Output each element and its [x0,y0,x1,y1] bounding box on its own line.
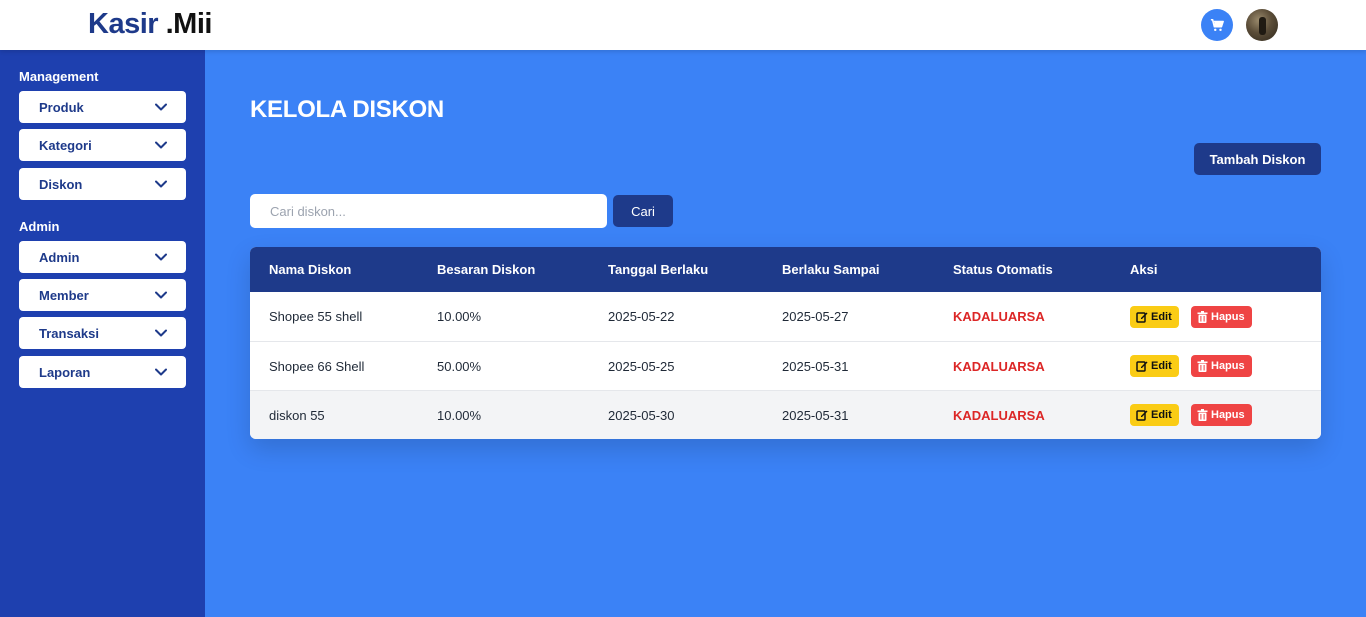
sidebar-item-admin[interactable]: Admin [19,241,186,273]
column-header: Besaran Diskon [437,262,536,277]
discount-name: Shopee 66 Shell [269,358,365,374]
cart-icon [1210,18,1224,32]
discount-end-date: 2025-05-27 [782,309,849,324]
edit-button[interactable]: Edit [1130,355,1179,377]
sidebar-item-label: Laporan [39,364,91,380]
chevron-down-icon [154,138,168,152]
sidebar-item-laporan[interactable]: Laporan [19,356,186,388]
sidebar-item-label: Produk [39,99,84,115]
search-input[interactable] [250,194,607,228]
sidebar-item-kategori[interactable]: Kategori [19,129,186,161]
discount-end-date: 2025-05-31 [782,407,849,423]
status-badge: KADALUARSA [953,358,1045,374]
sidebar-item-diskon[interactable]: Diskon [19,168,186,200]
chevron-down-icon [154,250,168,264]
discount-start-date: 2025-05-22 [608,309,675,324]
sidebar-item-produk[interactable]: Produk [19,91,186,123]
chevron-down-icon [154,288,168,302]
discount-name: Shopee 55 shell [269,309,363,324]
main-content: KELOLA DISKON Tambah Diskon Cari Nama Di… [205,50,1366,617]
column-header: Aksi [1130,262,1158,277]
discount-amount: 50.00% [437,358,482,374]
sidebar-section-management: Management [19,69,99,84]
status-badge: KADALUARSA [953,407,1045,423]
sidebar-item-label: Member [39,287,89,303]
edit-label: Edit [1151,409,1172,421]
discount-end-date: 2025-05-31 [782,358,849,374]
trash-icon [1197,360,1208,372]
trash-icon [1197,310,1208,323]
sidebar-item-label: Kategori [39,137,92,153]
status-badge: KADALUARSA [953,309,1045,324]
edit-button[interactable]: Edit [1130,305,1179,328]
delete-label: Hapus [1211,310,1245,323]
page-title: KELOLA DISKON [250,96,444,123]
cart-button[interactable] [1201,9,1233,41]
sidebar-section-admin: Admin [19,219,60,234]
edit-icon [1136,311,1148,323]
delete-label: Hapus [1211,409,1245,421]
column-header: Status Otomatis [953,262,1053,277]
discount-start-date: 2025-05-25 [608,358,675,374]
table-row: diskon 55 10.00% 2025-05-30 2025-05-31 K… [250,390,1321,439]
discount-table: Nama Diskon Besaran Diskon Tanggal Berla… [250,247,1321,439]
sidebar-item-label: Transaksi [39,325,99,341]
brand-logo[interactable]: Kasir .Mii [88,8,212,41]
discount-start-date: 2025-05-30 [608,407,675,423]
sidebar-item-member[interactable]: Member [19,279,186,311]
sidebar-item-label: Diskon [39,176,83,192]
delete-label: Hapus [1211,360,1245,372]
delete-button[interactable]: Hapus [1191,404,1252,426]
chevron-down-icon [154,326,168,340]
edit-label: Edit [1151,310,1172,323]
table-header: Nama Diskon Besaran Diskon Tanggal Berla… [250,247,1321,292]
discount-name: diskon 55 [269,407,325,423]
discount-amount: 10.00% [437,407,482,423]
sidebar: Management Produk Kategori Diskon Admin … [0,50,205,617]
sidebar-item-transaksi[interactable]: Transaksi [19,317,186,349]
edit-button[interactable]: Edit [1130,404,1179,426]
brand-secondary: .Mii [158,8,213,40]
table-row: Shopee 66 Shell 50.00% 2025-05-25 2025-0… [250,341,1321,390]
column-header: Nama Diskon [269,262,352,277]
edit-label: Edit [1151,360,1172,372]
column-header: Tanggal Berlaku [608,262,709,277]
search-button[interactable]: Cari [613,195,673,227]
user-avatar[interactable] [1246,9,1278,41]
brand-primary: Kasir [88,8,159,40]
chevron-down-icon [154,100,168,114]
chevron-down-icon [154,365,168,379]
top-bar: Kasir .Mii [0,0,1366,50]
edit-icon [1136,361,1148,372]
discount-amount: 10.00% [437,309,482,324]
column-header: Berlaku Sampai [782,262,880,277]
delete-button[interactable]: Hapus [1191,355,1252,377]
trash-icon [1197,409,1208,421]
add-discount-button[interactable]: Tambah Diskon [1194,143,1321,175]
table-row: Shopee 55 shell 10.00% 2025-05-22 2025-0… [250,292,1321,341]
edit-icon [1136,410,1148,421]
delete-button[interactable]: Hapus [1191,305,1252,328]
sidebar-item-label: Admin [39,249,80,265]
chevron-down-icon [154,177,168,191]
